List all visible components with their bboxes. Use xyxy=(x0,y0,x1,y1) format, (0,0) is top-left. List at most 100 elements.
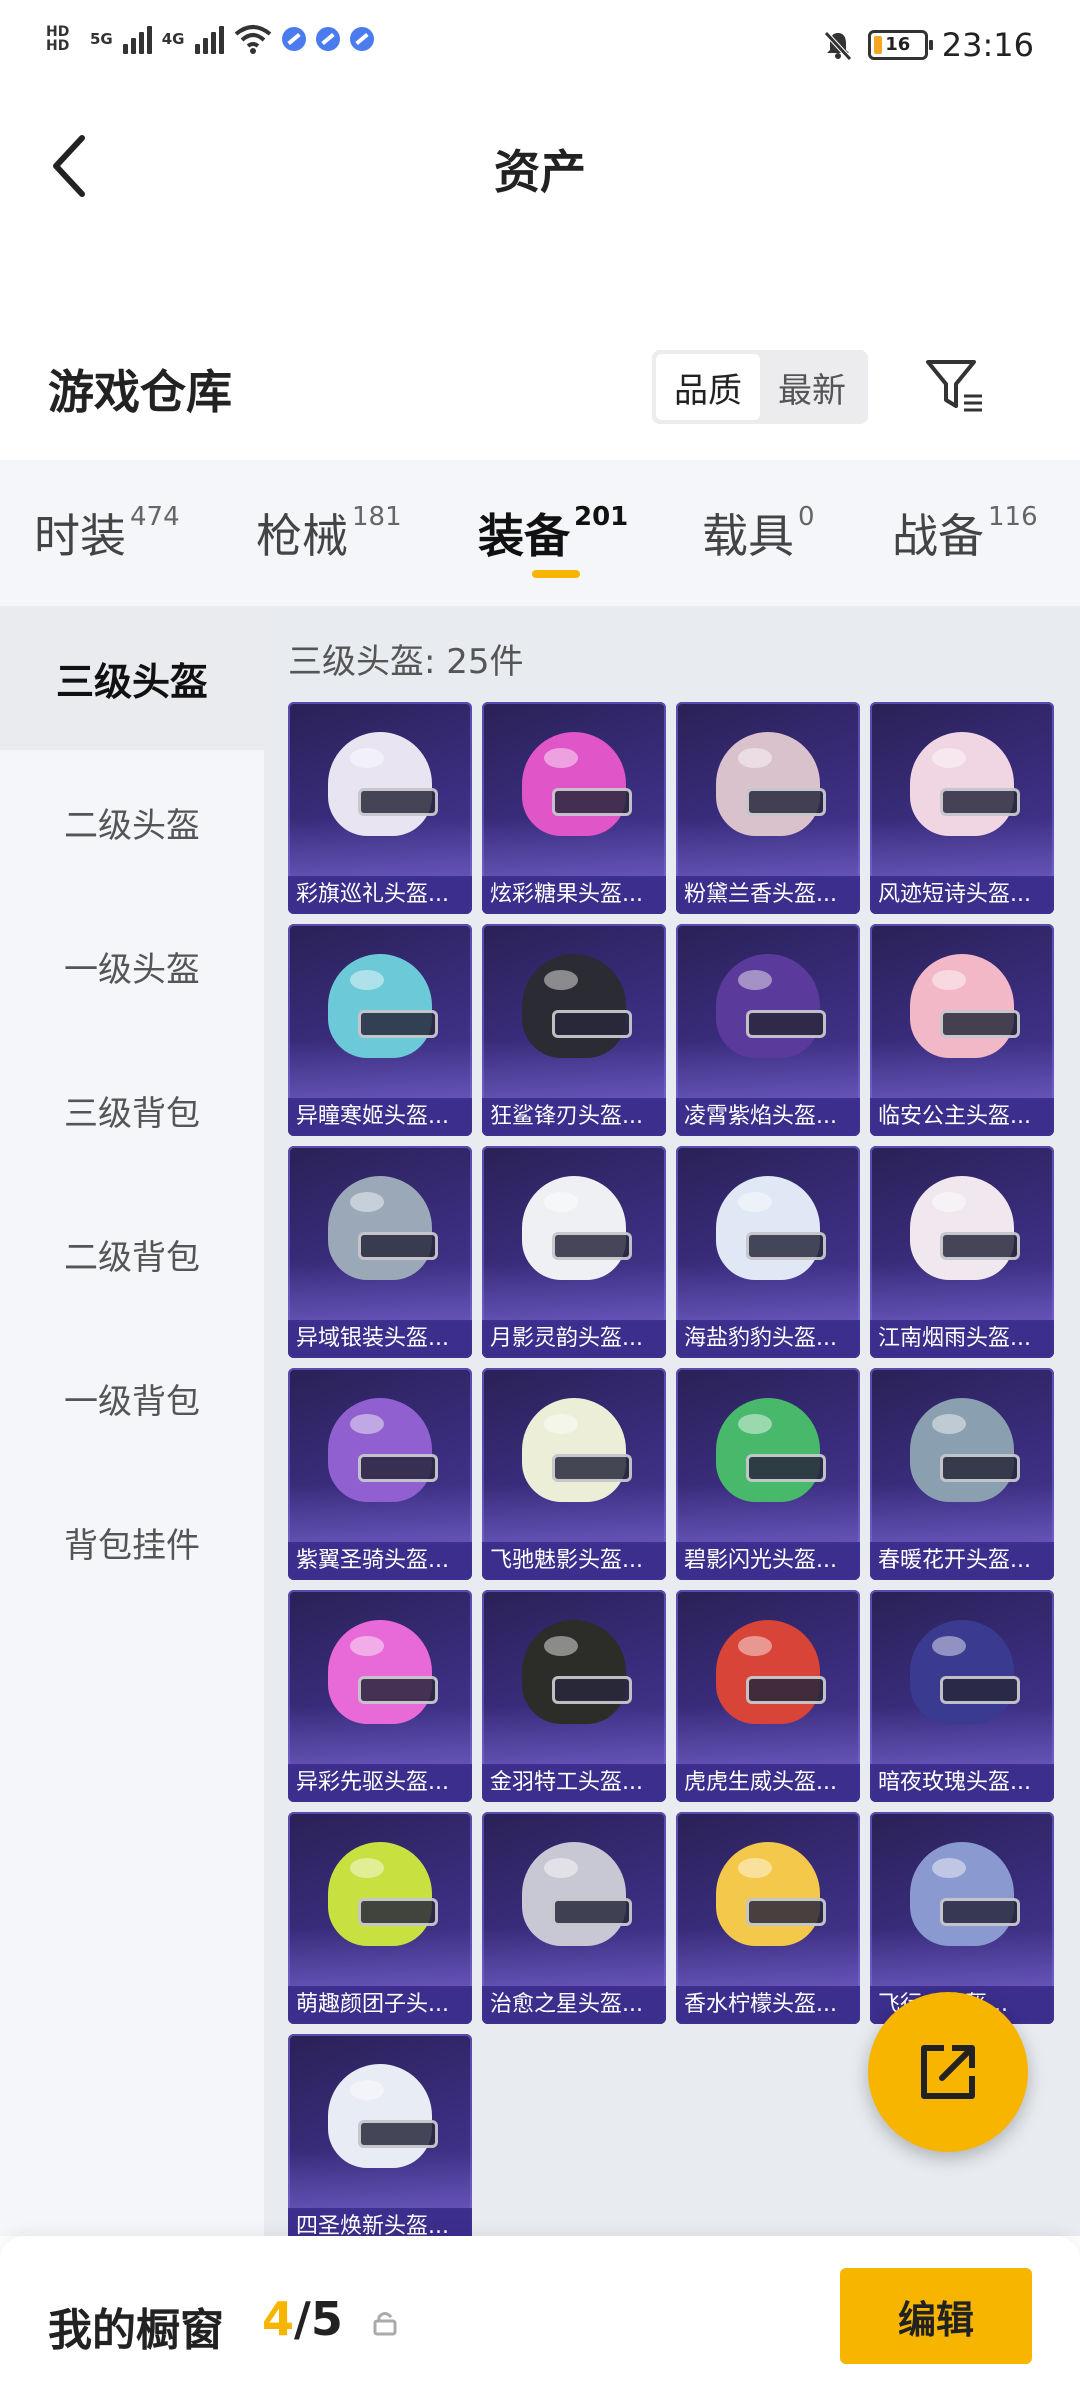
sidebar-item-level2-helmet[interactable]: 二级头盔 xyxy=(0,750,264,894)
tab-label: 时装 xyxy=(34,509,126,563)
sidebar-item-level1-helmet[interactable]: 一级头盔 xyxy=(0,894,264,1038)
subcategory-sidebar: 三级头盔 二级头盔 一级头盔 三级背包 二级背包 一级背包 背包挂件 xyxy=(0,606,264,2236)
tab-gear[interactable]: 战备 116 xyxy=(892,500,1038,566)
item-card[interactable]: 暗夜玫瑰头盔... xyxy=(870,1590,1054,1802)
helmet-icon xyxy=(522,1842,632,1946)
item-name: 虎虎生威头盔... xyxy=(676,1764,860,1802)
tab-label: 战备 xyxy=(892,509,984,563)
item-name: 狂鲨锋刃头盔... xyxy=(482,1098,666,1136)
tab-count: 181 xyxy=(352,502,402,532)
app-notification-icon xyxy=(315,27,340,51)
signal-icon-2 xyxy=(194,24,224,54)
tab-equipment[interactable]: 装备 201 xyxy=(478,500,628,566)
helmet-icon xyxy=(522,732,632,836)
helmet-icon xyxy=(328,1620,438,1724)
sort-option-newest[interactable]: 最新 xyxy=(760,354,864,420)
helmet-icon xyxy=(910,732,1020,836)
item-card[interactable]: 紫翼圣骑头盔... xyxy=(288,1368,472,1580)
item-name: 风迹短诗头盔... xyxy=(870,876,1054,914)
sidebar-item-backpack-charm[interactable]: 背包挂件 xyxy=(0,1470,264,1614)
item-count-label: 三级头盔: 25件 xyxy=(288,642,524,682)
showcase-separator: / xyxy=(294,2292,311,2346)
item-card[interactable]: 飞行...头盔... xyxy=(870,1812,1054,2024)
item-card[interactable]: 香水柠檬头盔... xyxy=(676,1812,860,2024)
item-name: 海盐豹豹头盔... xyxy=(676,1320,860,1358)
showcase-total: 5 xyxy=(310,2292,343,2346)
item-card[interactable]: 萌趣颜团子头... xyxy=(288,1812,472,2024)
hd-indicator: HD HD xyxy=(46,25,80,53)
helmet-icon xyxy=(328,1842,438,1946)
item-card[interactable]: 临安公主头盔... xyxy=(870,924,1054,1136)
item-name: 异域银装头盔... xyxy=(288,1320,472,1358)
tab-count: 116 xyxy=(988,502,1038,532)
signal-icon xyxy=(122,24,152,54)
helmet-icon xyxy=(910,1620,1020,1724)
item-name: 粉黛兰香头盔... xyxy=(676,876,860,914)
helmet-icon xyxy=(522,1398,632,1502)
helmet-icon xyxy=(716,1176,826,1280)
item-name: 治愈之星头盔... xyxy=(482,1986,666,2024)
item-name: 月影灵韵头盔... xyxy=(482,1320,666,1358)
item-card[interactable]: 治愈之星头盔... xyxy=(482,1812,666,2024)
item-card[interactable]: 春暖花开头盔... xyxy=(870,1368,1054,1580)
item-name: 彩旗巡礼头盔... xyxy=(288,876,472,914)
sidebar-item-level1-backpack[interactable]: 一级背包 xyxy=(0,1326,264,1470)
hd-label-1: HD xyxy=(46,24,70,40)
item-card[interactable]: 金羽特工头盔... xyxy=(482,1590,666,1802)
item-name: 飞驰魅影头盔... xyxy=(482,1542,666,1580)
active-tab-indicator xyxy=(532,570,580,578)
item-card[interactable]: 月影灵韵头盔... xyxy=(482,1146,666,1358)
helmet-icon xyxy=(910,1842,1020,1946)
tab-label: 装备 xyxy=(478,509,570,563)
item-card[interactable]: 彩旗巡礼头盔... xyxy=(288,702,472,914)
sidebar-item-level3-backpack[interactable]: 三级背包 xyxy=(0,1038,264,1182)
sort-option-quality[interactable]: 品质 xyxy=(656,354,760,420)
showcase-current: 4 xyxy=(262,2292,295,2346)
helmet-icon xyxy=(328,2064,438,2168)
item-card[interactable]: 碧影闪光头盔... xyxy=(676,1368,860,1580)
item-card[interactable]: 虎虎生威头盔... xyxy=(676,1590,860,1802)
item-card[interactable]: 异域银装头盔... xyxy=(288,1146,472,1358)
item-name: 春暖花开头盔... xyxy=(870,1542,1054,1580)
item-card[interactable]: 四圣焕新头盔... xyxy=(288,2034,472,2246)
showcase-count: 4/5 xyxy=(262,2292,343,2346)
network-5g-label: 5G xyxy=(90,30,113,48)
sidebar-item-level3-helmet[interactable]: 三级头盔 xyxy=(0,606,264,750)
helmet-icon xyxy=(716,954,826,1058)
item-card[interactable]: 海盐豹豹头盔... xyxy=(676,1146,860,1358)
share-button[interactable] xyxy=(868,1992,1028,2152)
item-name: 香水柠檬头盔... xyxy=(676,1986,860,2024)
wifi-icon xyxy=(234,25,271,54)
filter-icon xyxy=(926,360,982,412)
item-card[interactable]: 风迹短诗头盔... xyxy=(870,702,1054,914)
item-card[interactable]: 凌霄紫焰头盔... xyxy=(676,924,860,1136)
tab-guns[interactable]: 枪械 181 xyxy=(256,500,402,566)
item-card[interactable]: 狂鲨锋刃头盔... xyxy=(482,924,666,1136)
filter-button[interactable] xyxy=(924,356,984,416)
page-title: 资产 xyxy=(494,145,586,199)
tab-vehicles[interactable]: 载具 0 xyxy=(702,500,815,566)
network-4g-label: 4G xyxy=(161,30,185,48)
sidebar-item-level2-backpack[interactable]: 二级背包 xyxy=(0,1182,264,1326)
item-card[interactable]: 江南烟雨头盔... xyxy=(870,1146,1054,1358)
helmet-icon xyxy=(716,1842,826,1946)
helmet-icon xyxy=(328,954,438,1058)
item-name: 凌霄紫焰头盔... xyxy=(676,1098,860,1136)
item-name: 萌趣颜团子头... xyxy=(288,1986,472,2024)
item-card[interactable]: 飞驰魅影头盔... xyxy=(482,1368,666,1580)
edit-button[interactable]: 编辑 xyxy=(840,2268,1032,2364)
item-card[interactable]: 异瞳寒姬头盔... xyxy=(288,924,472,1136)
item-card[interactable]: 粉黛兰香头盔... xyxy=(676,702,860,914)
helmet-icon xyxy=(716,732,826,836)
item-card[interactable]: 炫彩糖果头盔... xyxy=(482,702,666,914)
app-notification-icon xyxy=(281,27,306,51)
item-card[interactable]: 异彩先驱头盔... xyxy=(288,1590,472,1802)
helmet-icon xyxy=(522,954,632,1058)
helmet-icon xyxy=(910,954,1020,1058)
tab-fashion[interactable]: 时装 474 xyxy=(34,500,180,566)
showcase-bar: 我的橱窗 4/5 编辑 xyxy=(0,2236,1080,2400)
category-tabs: 时装 474 枪械 181 装备 201 载具 0 战备 116 xyxy=(0,460,1080,606)
tab-count: 201 xyxy=(574,502,629,532)
item-name: 金羽特工头盔... xyxy=(482,1764,666,1802)
item-name: 碧影闪光头盔... xyxy=(676,1542,860,1580)
